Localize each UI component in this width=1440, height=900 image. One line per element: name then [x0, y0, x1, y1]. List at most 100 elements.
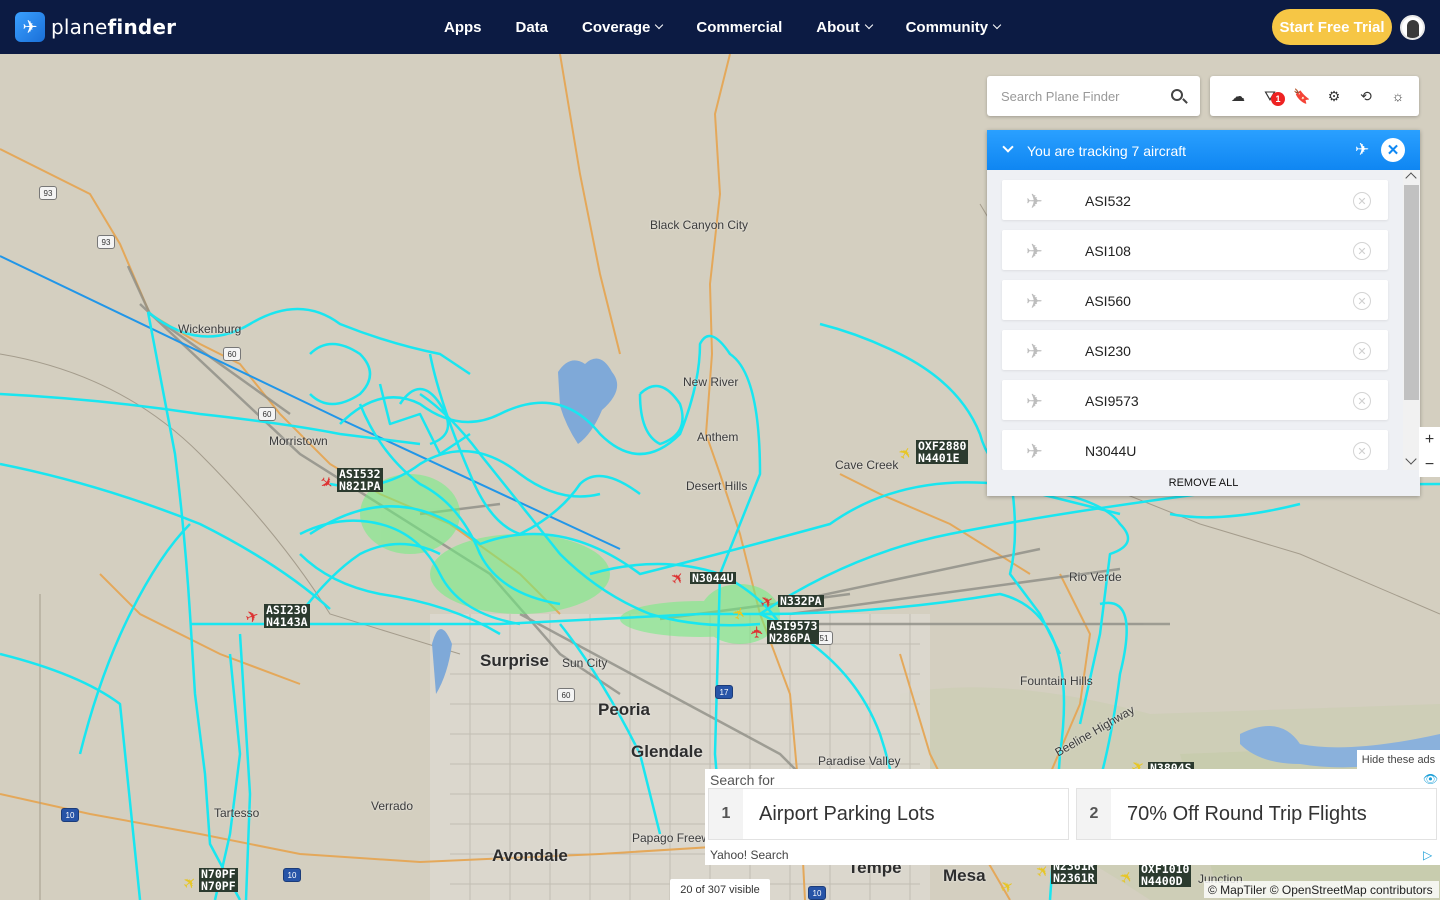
place-label: Paradise Valley	[818, 754, 901, 768]
scroll-up-icon[interactable]	[1405, 172, 1417, 184]
place-label: Cave Creek	[835, 458, 899, 472]
search-box	[987, 76, 1200, 116]
ad-info-icon[interactable]: ▷	[1423, 848, 1432, 862]
place-label: Desert Hills	[686, 479, 748, 493]
close-panel-button[interactable]: ✕	[1381, 138, 1405, 162]
highway-shield: 60	[557, 688, 575, 702]
tracked-aircraft-list[interactable]: ✈ ASI532 ✕ ✈ ASI108 ✕ ✈ ASI560 ✕ ✈ ASI230 ✕ ✈ ASI…	[987, 170, 1420, 470]
chevron-down-icon	[864, 20, 873, 30]
highway-shield: 10	[283, 868, 301, 882]
plane-icon: ✈	[1026, 441, 1043, 463]
remove-icon[interactable]: ✕	[1353, 192, 1371, 210]
logo-text-bold: finder	[107, 15, 177, 39]
highway-shield: 17	[715, 685, 733, 699]
map-attribution[interactable]: © MapTiler © OpenStreetMap contributors	[1204, 881, 1439, 898]
hide-ads-link[interactable]: Hide these ads	[1357, 750, 1440, 769]
filter-button[interactable]: ⛛ 1	[1254, 76, 1286, 116]
view-mode-button[interactable]: ☼	[1382, 76, 1414, 116]
bookmarks-button[interactable]: 🔖	[1286, 76, 1318, 116]
search-icon[interactable]	[1171, 89, 1183, 101]
aircraft-label[interactable]: N332PA	[778, 595, 824, 607]
ad-link[interactable]: 2 70% Off Round Trip Flights	[1076, 788, 1437, 840]
plane-logo-icon: ✈	[15, 12, 45, 42]
ad-choices-icon[interactable]: 👁	[1423, 772, 1438, 786]
highway-shield: 60	[223, 347, 241, 361]
start-free-trial-button[interactable]: Start Free Trial	[1272, 9, 1392, 45]
visible-count: 20 of 307 visible	[670, 879, 770, 900]
chevron-down-icon	[992, 20, 1002, 30]
list-item[interactable]: ✈ ASI532 ✕	[1002, 180, 1388, 220]
nav-apps[interactable]: Apps	[444, 19, 482, 36]
place-label: Anthem	[697, 430, 739, 444]
place-label: Black Canyon City	[650, 218, 749, 232]
highway-shield: 10	[61, 808, 79, 822]
list-item[interactable]: ✈ N3044U ✕	[1002, 430, 1388, 470]
place-label: Rio Verde	[1069, 570, 1122, 584]
aircraft-label[interactable]: ASI532 N821PA	[337, 468, 383, 492]
tracking-title: You are tracking 7 aircraft	[1027, 143, 1187, 159]
plane-outline-icon[interactable]: ✈	[1355, 140, 1369, 160]
list-item[interactable]: ✈ ASI108 ✕	[1002, 230, 1388, 270]
logo-text-light: plane	[51, 15, 108, 39]
nav-coverage[interactable]: Coverage	[582, 19, 664, 36]
top-navbar: ✈ planefinder Apps Data Coverage Commerc…	[0, 0, 1440, 54]
playback-button[interactable]: ⟲	[1350, 76, 1382, 116]
place-label: Wickenburg	[178, 322, 242, 336]
nav-commercial[interactable]: Commercial	[696, 19, 782, 36]
aircraft-label[interactable]: ASI9573 N286PA	[767, 620, 820, 644]
remove-icon[interactable]: ✕	[1353, 342, 1371, 360]
flight-track-blue	[0, 255, 621, 550]
place-label: Glendale	[631, 742, 703, 761]
highway-shield: 93	[97, 235, 115, 249]
place-label: Tartesso	[214, 806, 260, 820]
scrollbar-thumb[interactable]	[1404, 185, 1419, 400]
planefinder-logo[interactable]: ✈ planefinder	[15, 12, 176, 42]
remove-icon[interactable]: ✕	[1353, 442, 1371, 460]
remove-icon[interactable]: ✕	[1353, 242, 1371, 260]
list-item[interactable]: ✈ ASI9573 ✕	[1002, 380, 1388, 420]
zoom-in-button[interactable]: +	[1419, 427, 1440, 452]
bookmark-icon: 🔖	[1293, 87, 1311, 104]
chevron-down-icon	[655, 20, 664, 30]
place-label: Avondale	[492, 846, 568, 865]
list-scrollbar[interactable]	[1403, 170, 1420, 470]
place-label: Fountain Hills	[1020, 674, 1093, 688]
list-item[interactable]: ✈ ASI230 ✕	[1002, 330, 1388, 370]
aircraft-label[interactable]: OXF2880 N4401E	[916, 440, 969, 464]
zoom-out-button[interactable]: −	[1419, 452, 1440, 477]
highway-shield: 60	[258, 407, 276, 421]
plane-icon: ✈	[1026, 391, 1043, 413]
close-icon: ✕	[1386, 142, 1400, 159]
ad-link[interactable]: 1 Airport Parking Lots	[708, 788, 1069, 840]
highway-shield: 10	[808, 886, 826, 900]
weather-button[interactable]: ☁	[1222, 76, 1254, 116]
remove-all-button[interactable]: REMOVE ALL	[987, 470, 1420, 496]
plane-icon: ✈	[1026, 341, 1043, 363]
search-input[interactable]	[1001, 86, 1161, 106]
list-item[interactable]: ✈ ASI560 ✕	[1002, 280, 1388, 320]
filter-count-badge: 1	[1271, 92, 1285, 106]
aircraft-label[interactable]: N3044U	[690, 572, 736, 584]
weather-sun-icon: ☼	[1391, 88, 1405, 104]
nav-about[interactable]: About	[816, 19, 873, 36]
place-label: Surprise	[480, 651, 549, 670]
place-label: Morristown	[269, 434, 328, 448]
settings-button[interactable]: ⚙	[1318, 76, 1350, 116]
collapse-chevron-icon[interactable]	[1002, 141, 1014, 153]
place-label: Verrado	[371, 799, 414, 813]
plane-icon: ✈	[1026, 241, 1043, 263]
ad-banner: Search for 👁 1 Airport Parking Lots 2 70…	[705, 769, 1440, 865]
aircraft-label[interactable]: N70PF N70PF	[199, 868, 238, 892]
nav-community[interactable]: Community	[906, 19, 1002, 36]
user-avatar[interactable]	[1400, 15, 1425, 40]
main-nav: Apps Data Coverage Commercial About Comm…	[427, 0, 1017, 54]
nav-data[interactable]: Data	[516, 19, 549, 36]
highway-shield: 93	[39, 186, 57, 200]
scroll-down-icon[interactable]	[1405, 453, 1417, 465]
aircraft-label[interactable]: OXF1010 N4400D	[1139, 863, 1192, 887]
aircraft-label[interactable]: ASI230 N4143A	[264, 604, 310, 628]
aircraft-icon[interactable]: ✈	[750, 625, 767, 638]
remove-icon[interactable]: ✕	[1353, 292, 1371, 310]
history-icon: ⟲	[1360, 87, 1372, 104]
remove-icon[interactable]: ✕	[1353, 392, 1371, 410]
